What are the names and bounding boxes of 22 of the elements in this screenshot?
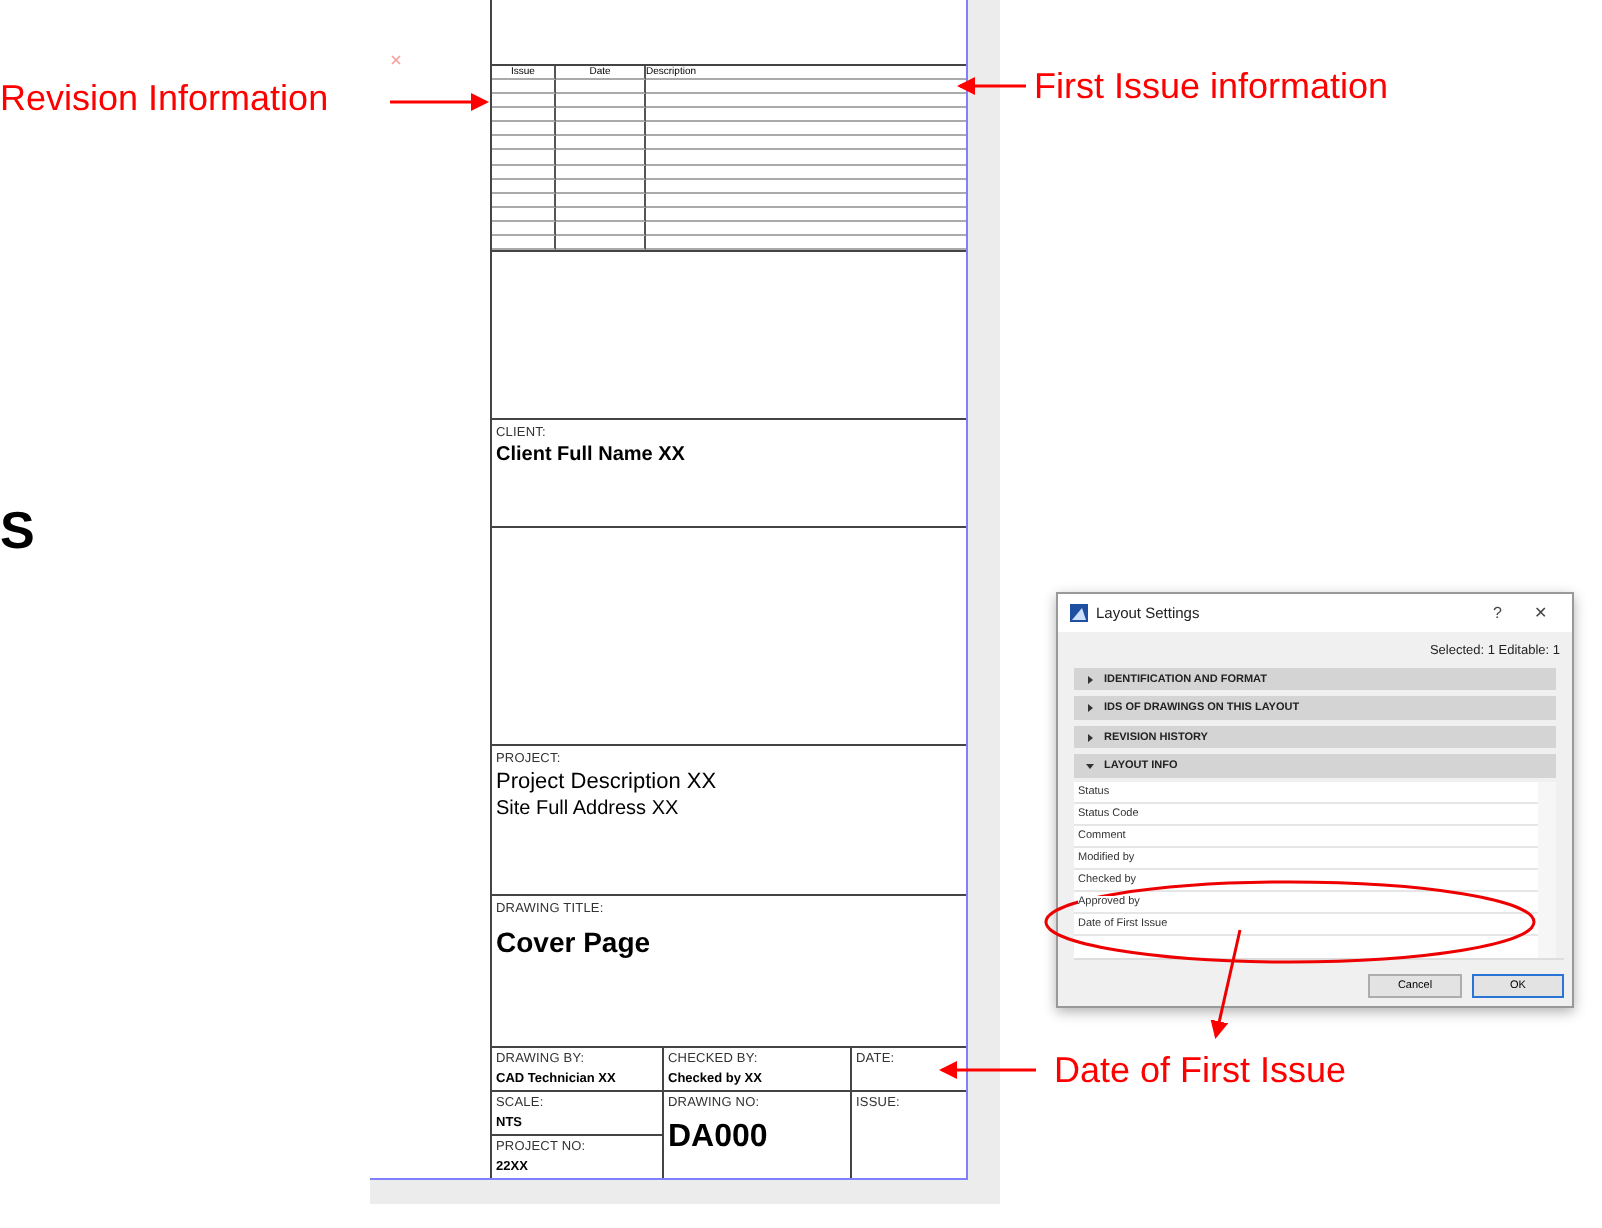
triangle-icon [1086, 733, 1094, 742]
arrow [939, 1061, 1036, 1079]
client-name: Client Full Name XX [496, 444, 687, 466]
scrollbar[interactable] [1538, 781, 1556, 958]
drawing-number: DA000 [668, 1120, 770, 1156]
arrow [1210, 929, 1242, 1039]
help-button[interactable]: ? [1481, 604, 1514, 622]
arrow [957, 77, 1026, 95]
close-mark-icon [391, 55, 401, 65]
close-button[interactable]: ✕ [1522, 604, 1560, 622]
annotation-label: First Issue information [1034, 66, 1389, 108]
arrow [390, 93, 489, 111]
app-icon [1070, 604, 1088, 622]
annotation-label: Revision Information [0, 78, 329, 120]
cut-letter: S [0, 500, 35, 562]
annotation-label: Date of First Issue [1054, 1050, 1347, 1092]
drawing-title: Cover Page [496, 926, 653, 958]
triangle-icon [1086, 761, 1094, 770]
triangle-icon [1086, 704, 1094, 713]
triangle-icon [1086, 675, 1094, 684]
project-description: Project Description XX [496, 770, 719, 794]
site-address: Site Full Address XX [496, 798, 681, 820]
